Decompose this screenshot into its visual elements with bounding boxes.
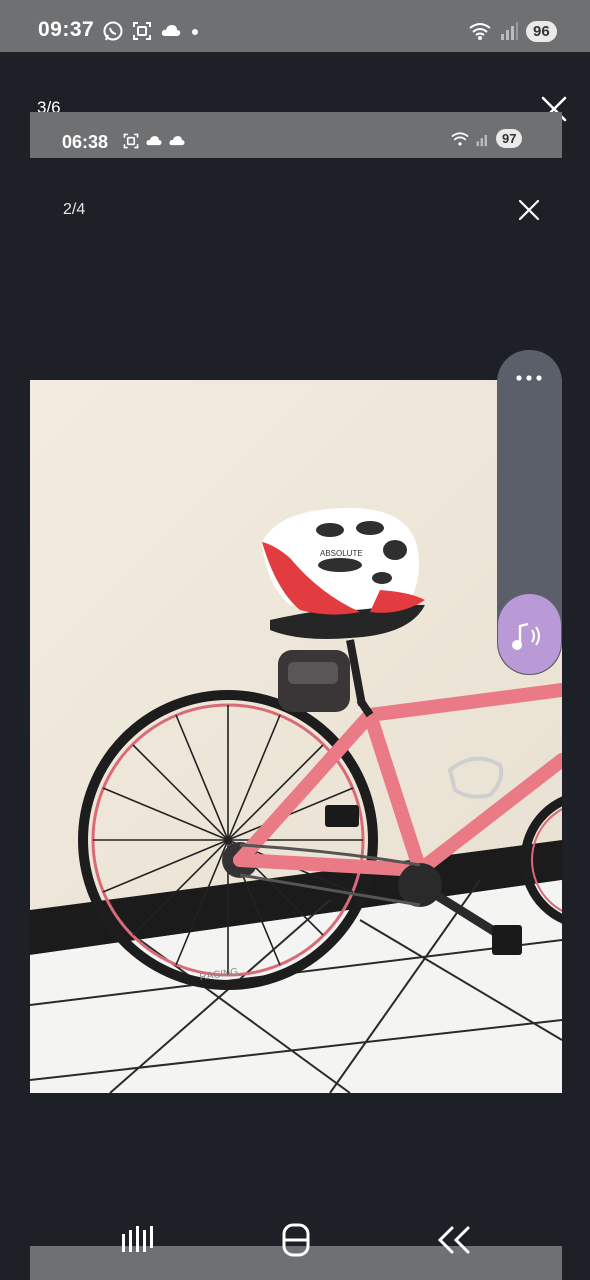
photo-illustration: ABSOLUTE RACING bbox=[30, 380, 562, 1093]
screenshot-icon bbox=[133, 22, 151, 40]
side-panel bbox=[497, 350, 562, 675]
nav-bar bbox=[0, 1200, 590, 1280]
wifi-icon bbox=[469, 23, 491, 40]
music-icon bbox=[512, 622, 540, 650]
inner-close-icon[interactable] bbox=[517, 198, 541, 222]
status-right-icons: 96 bbox=[468, 20, 557, 42]
back-icon[interactable] bbox=[434, 1224, 474, 1256]
status-bar: 09:37 96 bbox=[0, 0, 590, 52]
signal-icon bbox=[476, 134, 487, 146]
inner-image-counter: 2/4 bbox=[63, 201, 86, 218]
whatsapp-icon bbox=[103, 21, 123, 41]
cloud-icon bbox=[169, 136, 185, 146]
music-button[interactable] bbox=[498, 594, 561, 674]
status-left-icons bbox=[102, 20, 201, 42]
inner-status-time: 06:38 bbox=[62, 132, 109, 152]
screenshot-icon bbox=[123, 133, 139, 149]
bicycle-photo: ABSOLUTE RACING bbox=[30, 380, 562, 1093]
status-time: 09:37 bbox=[38, 18, 95, 41]
helmet-brand-text: ABSOLUTE bbox=[320, 549, 363, 558]
inner-battery-level: 97 bbox=[496, 129, 523, 148]
signal-icon bbox=[501, 22, 518, 40]
wifi-icon bbox=[451, 131, 469, 146]
inner-status-bar: 06:38 97 bbox=[30, 112, 562, 158]
inner-status-right-icons: 97 bbox=[450, 129, 523, 148]
battery-level: 96 bbox=[526, 20, 557, 42]
cloud-icon bbox=[146, 136, 162, 146]
recent-apps-icon[interactable] bbox=[118, 1222, 158, 1256]
dot-icon bbox=[192, 29, 198, 35]
more-icon[interactable] bbox=[509, 366, 549, 390]
inner-status-left-icons bbox=[122, 132, 186, 150]
home-icon[interactable] bbox=[280, 1222, 312, 1258]
cloud-icon bbox=[161, 25, 181, 36]
